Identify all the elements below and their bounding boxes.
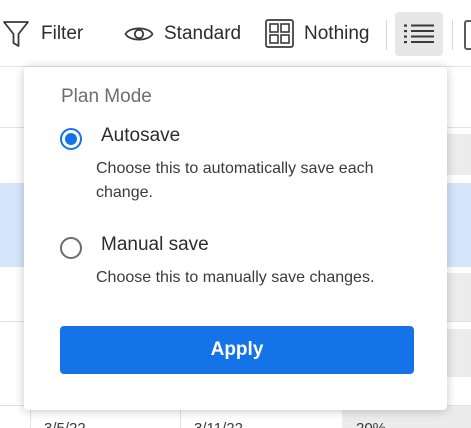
grid-icon [265,19,294,48]
app-stage: Filter Standard Nothing Plan Mode Autosa… [0,0,471,428]
toolbar-divider [386,20,387,50]
list-icon [404,24,434,44]
table-cell [446,273,471,321]
autosave-label[interactable]: Autosave [101,125,180,147]
apply-button[interactable]: Apply [60,326,414,374]
table-cell-text: 20% [356,420,386,428]
toolbar-divider [452,20,453,50]
manual-save-description: Choose this to manually save changes. [96,269,375,286]
grouping-nothing-button[interactable]: Nothing [265,0,370,67]
autosave-description: Choose this to automatically save each c… [96,160,374,201]
manual-save-radio[interactable] [60,237,82,259]
manual-save-label[interactable]: Manual save [101,234,209,256]
eye-icon [124,26,154,41]
standard-label: Standard [164,22,242,44]
view-toolbar: Filter Standard Nothing [0,0,471,67]
table-cell-text: 3/11/22 [194,420,243,428]
autosave-radio[interactable] [60,128,82,150]
nothing-label: Nothing [304,22,370,44]
filter-icon [3,20,29,47]
filter-button[interactable]: Filter [2,0,83,67]
partial-toolbar-icon[interactable] [464,20,471,50]
table-cell [446,134,471,175]
table-cell-text: 3/5/22 [44,420,86,428]
plan-mode-toggle-button[interactable] [395,12,443,56]
plan-mode-popover: Plan Mode Autosave Choose this to automa… [24,67,447,410]
popover-title: Plan Mode [61,86,152,107]
filter-label: Filter [41,22,84,44]
view-standard-button[interactable]: Standard [124,0,241,67]
table-cell [446,329,471,377]
